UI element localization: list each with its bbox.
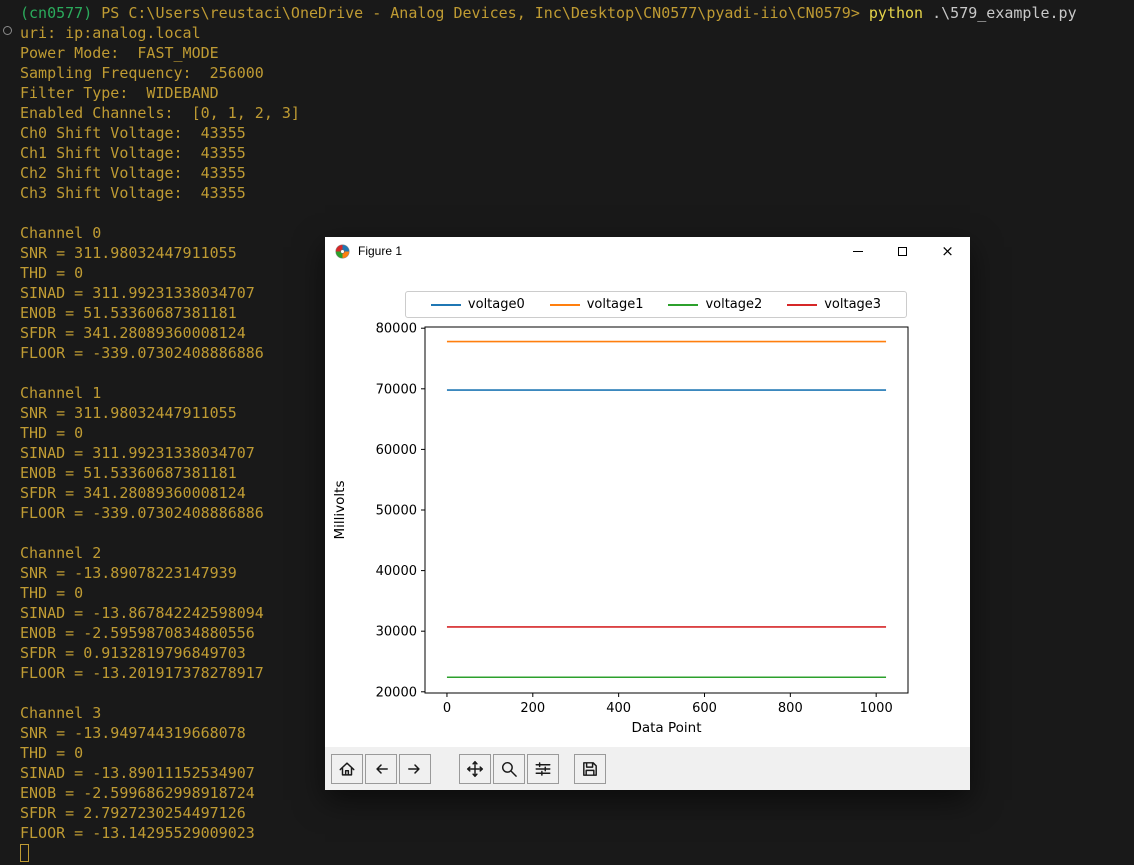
pan-icon: [466, 760, 484, 777]
venv-prefix: (cn0577): [20, 4, 93, 22]
y-tick-label: 60000: [376, 443, 417, 458]
legend-line-sample: [430, 303, 461, 306]
zoom-icon: [501, 761, 517, 777]
back-button[interactable]: [365, 753, 397, 784]
terminal-line: Sampling Frequency: 256000: [20, 64, 264, 82]
axes-spines: [424, 326, 909, 694]
back-icon: [376, 763, 388, 774]
minimize-icon: [852, 250, 863, 252]
save-button[interactable]: [574, 753, 606, 784]
y-tick-label: 20000: [376, 685, 417, 700]
terminal-line: Power Mode: FAST_MODE: [20, 44, 219, 62]
configure-subplots-button[interactable]: [527, 753, 559, 784]
configure-subplots-icon: [535, 761, 551, 776]
figure-window: Figure 1 × 20000 30000 40000 50000 60000 7000…: [325, 237, 970, 790]
plot-legend: voltage0 voltage1 voltage2 voltage3: [405, 291, 907, 318]
legend-item-voltage0: voltage0: [430, 297, 525, 312]
legend-line-sample: [668, 303, 699, 306]
maximize-button[interactable]: [880, 237, 925, 265]
terminal-line: Ch1 Shift Voltage: 43355: [20, 144, 246, 162]
legend-line-sample: [787, 303, 818, 306]
plot-canvas[interactable]: 20000 30000 40000 50000 60000 70000 80000 0 200 4…: [325, 265, 970, 747]
y-tick-label: 30000: [376, 625, 417, 640]
x-tick-label: 600: [692, 701, 717, 716]
zoom-button[interactable]: [493, 753, 525, 784]
window-title: Figure 1: [358, 244, 403, 258]
close-button[interactable]: ×: [925, 237, 970, 265]
legend-label: voltage0: [467, 297, 525, 312]
legend-item-voltage3: voltage3: [787, 297, 881, 312]
x-tick-label: 400: [606, 701, 631, 716]
save-icon: [583, 761, 597, 776]
x-tick-label: 0: [443, 701, 451, 716]
pan-button[interactable]: [459, 753, 491, 784]
y-tick-label: 70000: [376, 382, 417, 397]
terminal-cursor: [20, 844, 29, 862]
minimize-button[interactable]: [835, 237, 880, 265]
prompt-argument: .\579_example.py: [932, 4, 1077, 22]
x-tick-label: 200: [520, 701, 545, 716]
legend-label: voltage3: [824, 297, 882, 312]
terminal-line: Filter Type: WIDEBAND: [20, 84, 219, 102]
terminal-line: SFDR = 2.7927230254497126: [20, 804, 246, 822]
window-controls: ×: [835, 237, 970, 265]
prompt-command: python: [868, 4, 924, 22]
x-tick-label: 800: [778, 701, 803, 716]
terminal-line: Ch0 Shift Voltage: 43355: [20, 124, 246, 142]
matplotlib-icon: [335, 243, 350, 259]
terminal-line: Ch2 Shift Voltage: 43355: [20, 164, 246, 182]
home-button[interactable]: [331, 753, 363, 784]
terminal-line: Ch3 Shift Voltage: 43355: [20, 184, 246, 202]
y-tick-label: 40000: [376, 564, 417, 579]
legend-item-voltage1: voltage1: [549, 297, 644, 312]
terminal-line: uri: ip:analog.local: [20, 24, 201, 42]
forward-button[interactable]: [399, 753, 431, 784]
plot-area[interactable]: 20000 30000 40000 50000 60000 70000 80000 0 200 4…: [325, 265, 970, 747]
home-icon: [339, 761, 355, 776]
legend-label: voltage1: [586, 297, 644, 312]
legend-item-voltage2: voltage2: [668, 297, 762, 312]
legend-label: voltage2: [705, 297, 763, 312]
prompt-path: PS C:\Users\reustaci\OneDrive - Analog D…: [101, 4, 860, 22]
x-tick-label: 1000: [860, 701, 893, 716]
y-tick-label: 50000: [376, 504, 417, 519]
y-axis-label: Millivolts: [332, 481, 348, 540]
x-axis-label: Data Point: [631, 720, 701, 736]
figure-toolbar: [325, 747, 970, 790]
maximize-icon: [898, 246, 907, 256]
terminal-prompt-line: (cn0577) PS C:\Users\reustaci\OneDrive -…: [20, 3, 1126, 23]
figure-titlebar[interactable]: Figure 1 ×: [325, 237, 970, 265]
command-decoration-icon[interactable]: [3, 26, 12, 35]
close-icon: ×: [941, 241, 954, 260]
y-tick-label: 80000: [376, 322, 417, 337]
legend-line-sample: [549, 303, 580, 306]
terminal-line: Enabled Channels: [0, 1, 2, 3]: [20, 104, 300, 122]
terminal-line: FLOOR = -13.14295529009023: [20, 824, 255, 842]
forward-icon: [408, 763, 420, 774]
